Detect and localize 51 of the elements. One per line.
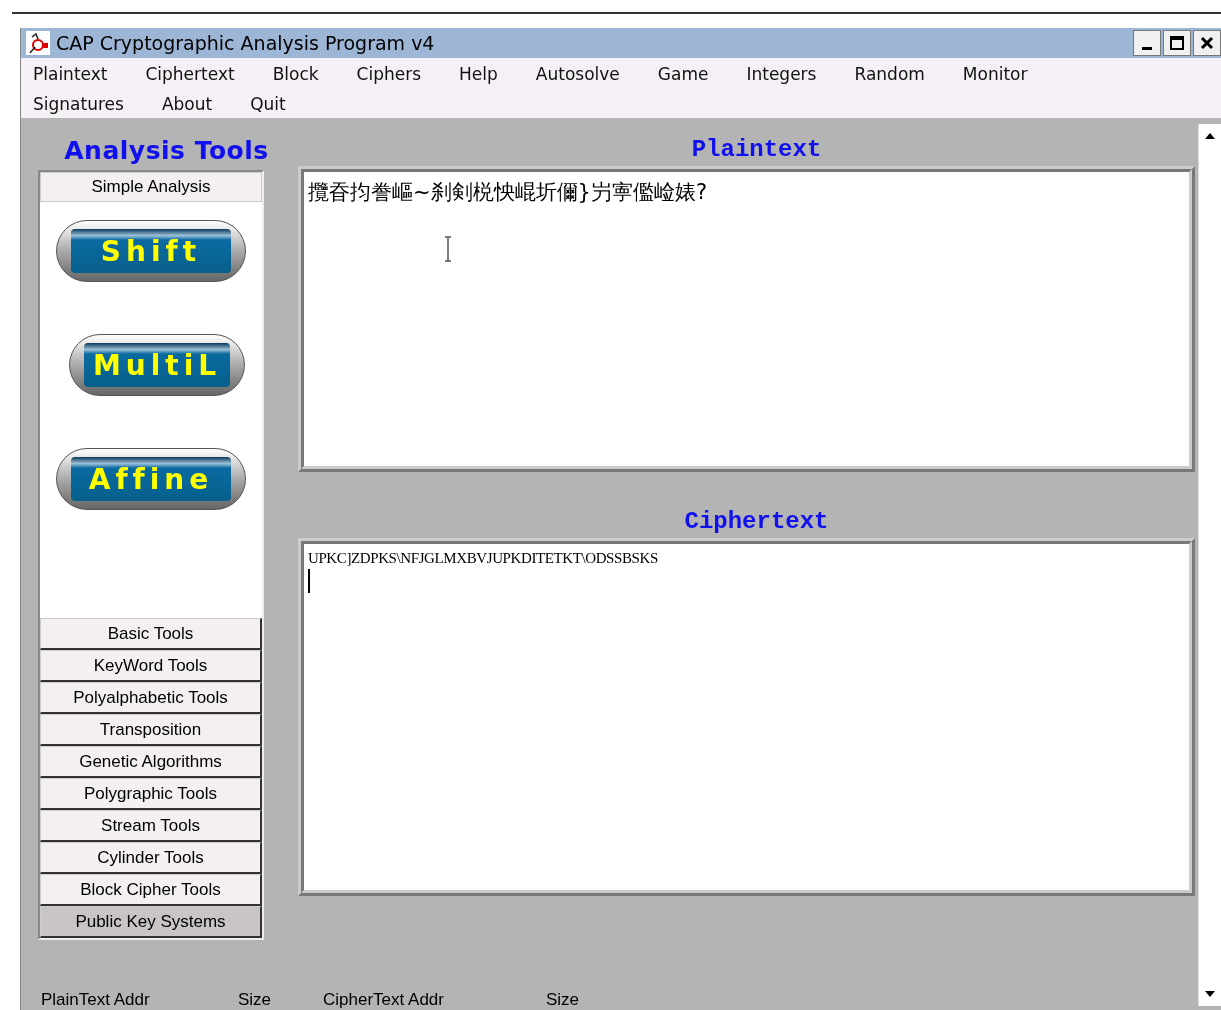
menu-item[interactable]: Ciphers <box>352 60 442 88</box>
menu-item[interactable]: Ciphertext <box>141 60 255 88</box>
status-label: CipherText Addr <box>323 990 444 1010</box>
status-label: Size <box>546 990 580 1010</box>
close-button[interactable] <box>1193 30 1221 56</box>
maximize-button[interactable] <box>1163 30 1191 56</box>
group-tab[interactable]: Genetic Algorithms <box>40 746 262 778</box>
section-title: Plaintext <box>690 136 823 165</box>
menu-item[interactable]: Monitor <box>958 60 1048 88</box>
text-area[interactable]: UPKC]ZDPKS\NFJGLMXBVJUPKDITETKT\ODSSBSKS <box>298 538 1195 896</box>
group-tab[interactable]: Transposition <box>40 714 262 746</box>
text-area[interactable]: 攬昋抣誊嶇~刹剣棁怏崐圻儞}屶寕儖崄婊? <box>298 166 1195 472</box>
window-title: CAP Cryptographic Analysis Program v4 <box>56 32 435 54</box>
menu-item[interactable]: Quit <box>246 90 306 118</box>
menu-item[interactable]: Signatures <box>29 90 144 118</box>
group-tab[interactable]: Polygraphic Tools <box>40 778 262 810</box>
menu-item[interactable]: Random <box>850 60 945 88</box>
group-tab[interactable]: Basic Tools <box>40 618 262 650</box>
scrollbar[interactable] <box>1198 124 1221 1006</box>
sidebar-title: Analysis Tools <box>63 136 270 167</box>
menu-item[interactable]: Game <box>653 60 729 88</box>
close-icon <box>1199 35 1215 51</box>
menu-item[interactable]: Plaintext <box>29 60 128 88</box>
app-logo-icon <box>26 31 50 55</box>
tool-button[interactable]: MultiL <box>69 334 245 396</box>
maximize-icon <box>1169 35 1185 51</box>
group-tab[interactable]: Stream Tools <box>40 810 262 842</box>
menu-item[interactable]: Block <box>268 60 339 88</box>
text-caret <box>308 569 310 593</box>
text-content: UPKC]ZDPKS\NFJGLMXBVJUPKDITETKT\ODSSBSKS <box>308 550 659 567</box>
menu-item[interactable]: Autosolve <box>531 60 640 88</box>
group-tab[interactable]: KeyWord Tools <box>40 650 262 682</box>
group-tab[interactable]: Simple Analysis <box>40 172 262 202</box>
group-tab[interactable]: Cylinder Tools <box>40 842 262 874</box>
group-tab[interactable]: Block Cipher Tools <box>40 874 262 906</box>
tool-button[interactable]: Affine <box>56 448 246 510</box>
tool-button[interactable]: Shift <box>56 220 246 282</box>
text-cursor-icon <box>444 236 452 262</box>
minimize-icon <box>1142 46 1152 50</box>
section-title: Ciphertext <box>683 508 830 537</box>
scroll-down-icon[interactable] <box>1204 990 1216 998</box>
text-content: 攬昋抣誊嶇~刹剣棁怏崐圻儞}屶寕儖崄婊? <box>308 180 708 204</box>
scroll-up-icon[interactable] <box>1204 132 1216 140</box>
group-tab[interactable]: Polyalphabetic Tools <box>40 682 262 714</box>
status-label: Size <box>238 990 272 1010</box>
status-label: PlainText Addr <box>41 990 150 1010</box>
menu-item[interactable]: Integers <box>742 60 837 88</box>
menu-item[interactable]: Help <box>455 60 518 88</box>
minimize-button[interactable] <box>1133 30 1161 56</box>
menu-item[interactable]: About <box>157 90 233 118</box>
group-tab[interactable]: Public Key Systems <box>40 906 262 938</box>
